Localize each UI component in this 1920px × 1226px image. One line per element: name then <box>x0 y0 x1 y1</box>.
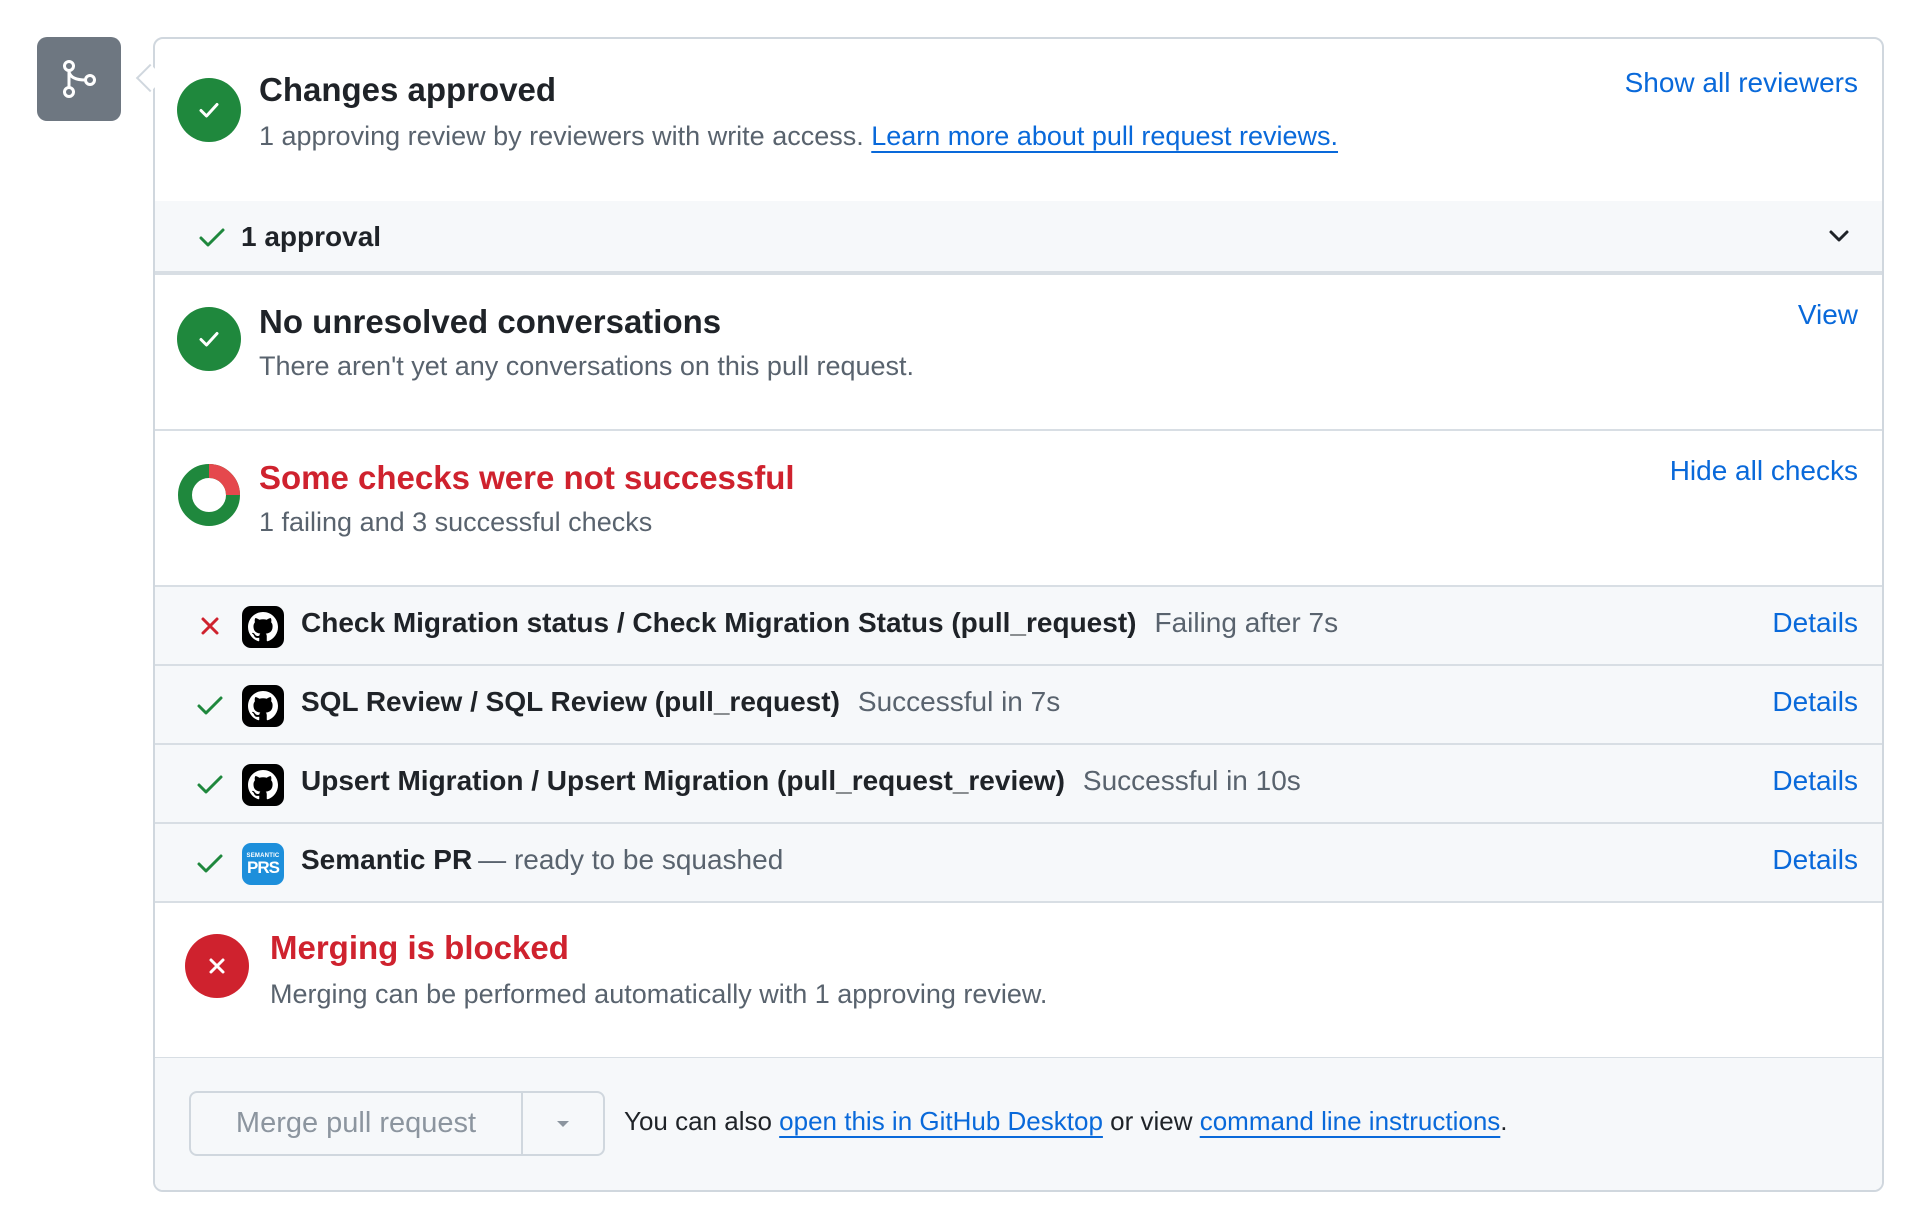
conversations-description: There aren't yet any conversations on th… <box>259 351 915 381</box>
check-name: Semantic PR — ready to be squashed <box>301 844 783 876</box>
success-circle-icon <box>177 307 241 371</box>
github-icon <box>242 685 284 727</box>
merge-status-title: Merging is blocked <box>270 929 569 966</box>
check-status-text: Successful in 7s <box>857 686 1061 717</box>
approval-count: 1 approval <box>241 221 382 252</box>
check-status-text: Failing after 7s <box>1154 607 1339 638</box>
success-circle-icon <box>177 78 241 142</box>
show-all-reviewers-link[interactable]: Show all reviewers <box>1625 67 1858 99</box>
github-icon <box>242 606 284 648</box>
merge-footer: Merge pull request You can also open thi… <box>155 1058 1882 1190</box>
check-details-link[interactable]: Details <box>1772 686 1858 718</box>
check-name: SQL Review / SQL Review (pull_request) Su… <box>301 686 1060 718</box>
check-icon <box>197 696 223 715</box>
check-icon <box>197 854 223 873</box>
check-status-text: — ready to be squashed <box>478 844 784 875</box>
checks-donut-failing-segment <box>208 464 240 496</box>
approvals-section: Changes approved 1 approving review by r… <box>155 39 1882 201</box>
view-conversations-link[interactable]: View <box>1798 299 1858 331</box>
merge-button-group: Merge pull request <box>189 1091 605 1156</box>
merge-box: Changes approved 1 approving review by r… <box>153 37 1884 1192</box>
check-row: SEMANTIC PRS Semantic PR — ready to be sq… <box>155 824 1882 903</box>
checks-donut-icon <box>178 464 240 526</box>
approvals-description-text: 1 approving review by reviewers with wri… <box>259 121 864 151</box>
github-icon <box>242 764 284 806</box>
note-suffix: . <box>1500 1106 1508 1136</box>
merge-status-description: Merging can be performed automatically w… <box>270 979 1048 1009</box>
check-status-text: Successful in 10s <box>1082 765 1301 796</box>
alternative-merge-note: You can also open this in GitHub Desktop… <box>624 1106 1508 1137</box>
conversations-title: No unresolved conversations <box>259 303 722 340</box>
hide-all-checks-link[interactable]: Hide all checks <box>1670 455 1858 487</box>
check-row: Check Migration status / Check Migration… <box>155 587 1882 666</box>
check-details-link[interactable]: Details <box>1772 765 1858 797</box>
check-row: SQL Review / SQL Review (pull_request) Su… <box>155 666 1882 745</box>
approvals-title: Changes approved <box>259 71 557 108</box>
conversations-section: No unresolved conversations There aren't… <box>155 275 1882 431</box>
x-icon <box>201 617 219 635</box>
git-merge-badge <box>37 37 121 121</box>
triangle-down-icon <box>557 1120 569 1127</box>
check-title: Check Migration status / Check Migration… <box>301 607 1137 638</box>
check-title: Upsert Migration / Upsert Migration (pul… <box>301 765 1065 796</box>
check-row: Upsert Migration / Upsert Migration (pul… <box>155 745 1882 824</box>
chevron-down-icon[interactable] <box>1826 223 1852 249</box>
check-title: Semantic PR <box>301 844 473 875</box>
check-name: Upsert Migration / Upsert Migration (pul… <box>301 765 1301 797</box>
note-prefix: You can also <box>624 1106 780 1136</box>
checks-section: Some checks were not successful 1 failin… <box>155 431 1882 587</box>
semantic-prs-icon: SEMANTIC PRS <box>242 843 284 885</box>
approvals-description: 1 approving review by reviewers with wri… <box>259 121 1338 152</box>
blocked-circle-icon <box>185 934 249 998</box>
command-line-instructions-link[interactable]: command line instructions <box>1200 1106 1501 1136</box>
merge-pull-request-button[interactable]: Merge pull request <box>191 1093 523 1154</box>
check-name: Check Migration status / Check Migration… <box>301 607 1338 639</box>
check-details-link[interactable]: Details <box>1772 607 1858 639</box>
approval-summary-toggle[interactable]: 1 approval <box>155 201 1882 275</box>
github-desktop-link[interactable]: open this in GitHub Desktop <box>779 1106 1103 1136</box>
merge-status-section: Merging is blocked Merging can be perfor… <box>155 903 1882 1059</box>
checks-description: 1 failing and 3 successful checks <box>259 507 653 537</box>
git-merge-icon <box>63 60 96 98</box>
check-icon <box>197 775 223 794</box>
check-title: SQL Review / SQL Review (pull_request) <box>301 686 840 717</box>
note-middle: or view <box>1102 1106 1200 1136</box>
learn-more-link[interactable]: Learn more about pull request reviews. <box>871 121 1338 151</box>
semantic-prs-icon-label: PRS <box>247 857 280 877</box>
check-details-link[interactable]: Details <box>1772 844 1858 876</box>
check-icon <box>199 228 225 247</box>
checks-title: Some checks were not successful <box>259 459 795 496</box>
merge-options-dropdown[interactable] <box>523 1093 603 1154</box>
